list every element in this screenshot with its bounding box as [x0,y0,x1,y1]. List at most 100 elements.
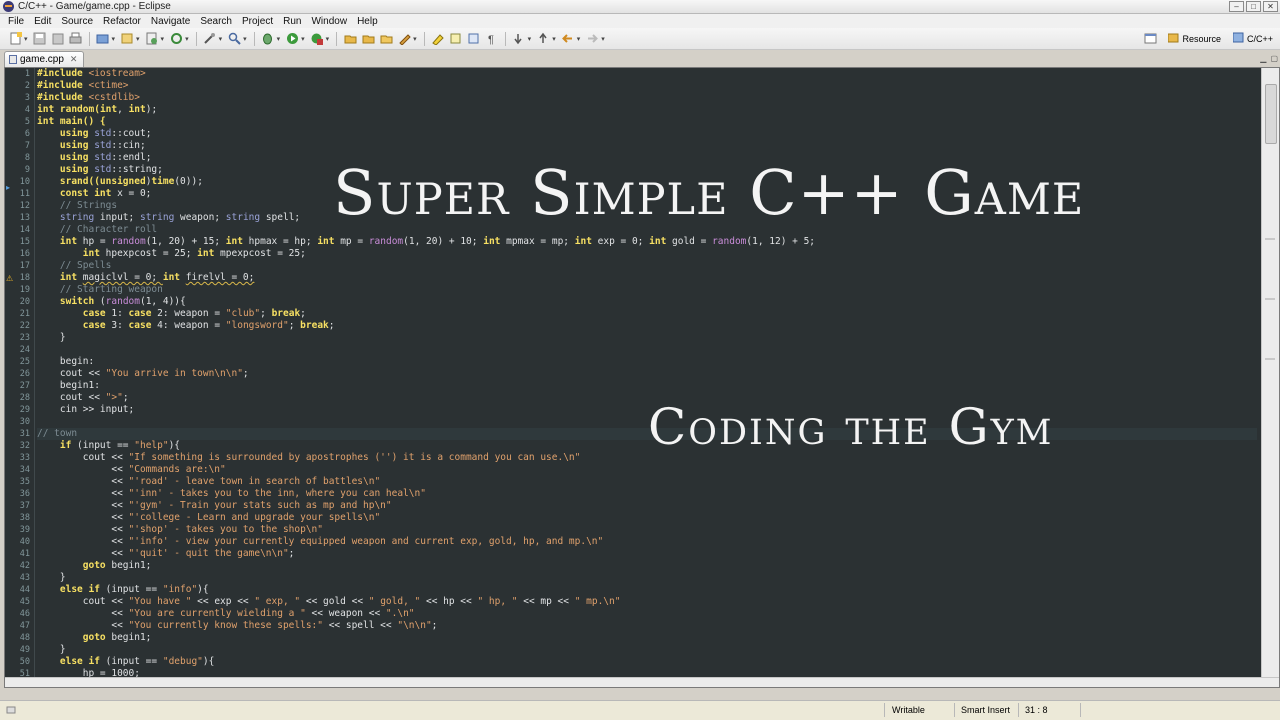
code-token: int [37,272,83,283]
prev-annotation-icon[interactable] [535,31,551,47]
code-line: << "Commands are:\n" [37,464,1257,476]
annotation-icon[interactable] [448,31,464,47]
print-icon[interactable] [68,31,84,47]
code-line: begin: [37,356,1257,368]
menu-window[interactable]: Window [306,16,352,27]
toolbar-separator [88,31,90,46]
external-tools-icon[interactable] [309,31,325,47]
debug-icon[interactable] [260,31,276,47]
code-token: "'info' - view your currently equipped w… [128,536,604,547]
forward-icon[interactable] [584,31,600,47]
back-dropdown-icon[interactable]: ▾ [577,35,581,43]
code-line: int hp = random(1, 20) + 15; int hpmax =… [37,236,1257,248]
new-icon[interactable] [7,31,23,47]
vertical-scrollbar[interactable] [1261,68,1279,687]
build-icon[interactable] [95,31,111,47]
new-file-icon[interactable] [144,31,160,47]
forward-dropdown-icon[interactable]: ▾ [601,35,605,43]
edit-icon[interactable] [396,31,412,47]
maximize-button[interactable]: □ [1246,1,1261,12]
code-token: using [37,164,95,175]
line-number: 34 [19,465,30,475]
menu-refactor[interactable]: Refactor [98,16,146,27]
toggle-block-icon[interactable] [466,31,482,47]
run-dropdown-icon[interactable]: ▾ [301,35,305,43]
back-icon[interactable] [560,31,576,47]
build-dropdown-icon[interactable]: ▾ [112,35,116,43]
line-number: 12 [19,201,30,211]
minimize-editor-icon[interactable]: ▁ [1260,54,1266,63]
perspective-resource[interactable]: Resource [1165,30,1224,47]
code-token: << [37,464,129,475]
open-element-icon[interactable] [360,31,376,47]
new-dropdown-icon[interactable]: ▾ [24,35,28,43]
menu-edit[interactable]: Edit [29,16,56,27]
code-token: hpmax = hp; [248,236,318,247]
line-number: 23 [19,333,30,343]
menu-source[interactable]: Source [56,16,98,27]
code-line: cout << ">"; [37,392,1257,404]
code-token: x = 0; [117,188,152,199]
tab-game-cpp[interactable]: game.cpp ✕ [4,51,85,67]
maximize-editor-icon[interactable]: ▢ [1270,54,1278,63]
status-bar: Writable Smart Insert 31 : 8 [0,700,1280,720]
menu-help[interactable]: Help [352,16,383,27]
code-token: begin1; [111,560,152,571]
refresh-dropdown-icon[interactable]: ▾ [185,35,189,43]
highlight-icon[interactable] [430,31,446,47]
code-token: "club" [225,308,261,319]
next-annotation-icon[interactable] [511,31,527,47]
save-icon[interactable] [32,31,48,47]
code-token: ); [145,104,158,115]
save-all-icon[interactable] [50,31,66,47]
perspective-cpp[interactable]: C/C++ [1230,30,1276,47]
minimize-button[interactable]: – [1229,1,1244,12]
status-insert-mode: Smart Insert [961,705,1011,715]
menu-navigate[interactable]: Navigate [146,16,195,27]
open-resource-icon[interactable] [378,31,394,47]
new-file-dropdown-icon[interactable]: ▾ [161,35,165,43]
horizontal-scrollbar[interactable] [5,677,1279,687]
code-token: } [37,332,66,343]
menu-run[interactable]: Run [278,16,306,27]
menu-project[interactable]: Project [237,16,278,27]
external-tools-dropdown-icon[interactable]: ▾ [326,35,330,43]
run-icon[interactable] [284,31,300,47]
open-perspective-icon[interactable] [1142,31,1158,47]
open-type-icon[interactable] [342,31,358,47]
code-token: << [37,620,129,631]
line-number: 33 [19,453,30,463]
debug-dropdown-icon[interactable]: ▾ [277,35,281,43]
close-button[interactable]: ✕ [1263,1,1278,12]
code-token: "You have " [128,596,192,607]
code-token: else if [37,584,106,595]
code-token: ">" [105,392,123,403]
code-token: << [37,608,129,619]
scrollbar-thumb[interactable] [1265,84,1277,144]
menu-search[interactable]: Search [195,16,237,27]
edit-dropdown-icon[interactable]: ▾ [413,35,417,43]
overview-ruler-mark [1265,358,1275,360]
code-line: switch (random(1, 4)){ [37,296,1257,308]
line-number: 8 [24,153,30,163]
code-token: "info" [162,584,198,595]
close-tab-icon[interactable]: ✕ [70,54,78,65]
code-token: << spell << [322,620,398,631]
code-token: #include [37,92,89,103]
eclipse-logo-icon [3,1,14,12]
new-class-dropdown-icon[interactable]: ▾ [136,35,140,43]
new-class-icon[interactable] [119,31,135,47]
line-number: 24 [19,345,30,355]
tools-icon[interactable] [202,31,218,47]
code-editor[interactable]: 1 2 3 4 5 6 7 8 9 10 11 12 13 14 15 16 17 18 19 20 21 22 23 24 2… [4,67,1280,688]
search-icon[interactable] [226,31,242,47]
show-whitespace-icon[interactable]: ¶ [484,31,500,47]
status-left-icon [6,705,16,717]
search-dropdown-icon[interactable]: ▾ [243,35,247,43]
code-token: , [117,104,129,115]
menu-file[interactable]: File [3,16,29,27]
refresh-icon[interactable] [168,31,184,47]
next-annotation-dropdown-icon[interactable]: ▾ [528,35,532,43]
prev-annotation-dropdown-icon[interactable]: ▾ [552,35,556,43]
tools-dropdown-icon[interactable]: ▾ [219,35,223,43]
